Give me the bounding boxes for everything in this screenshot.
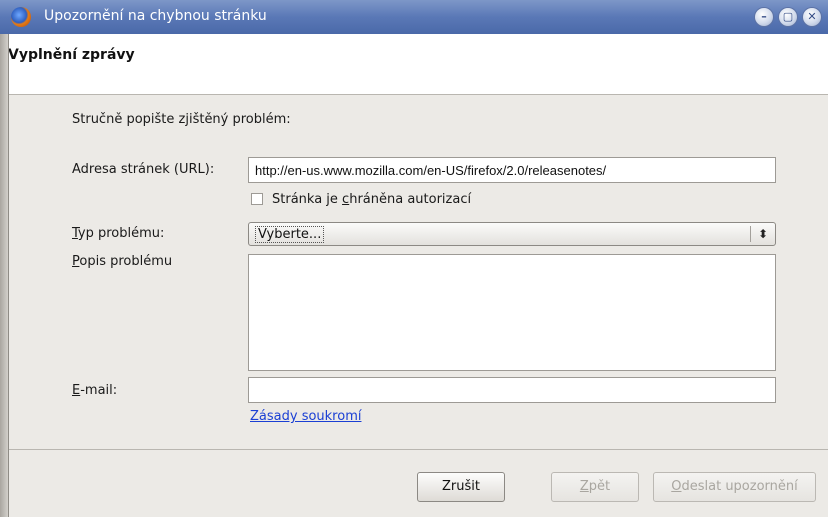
problem-type-select[interactable]: Vyberte... ⬍ <box>248 222 776 246</box>
description-field[interactable] <box>248 254 776 371</box>
window-left-border <box>0 34 9 517</box>
maximize-button[interactable]: ▢ <box>779 8 797 26</box>
firefox-icon <box>11 7 31 27</box>
auth-checkbox[interactable] <box>251 193 263 205</box>
url-field[interactable] <box>248 157 776 183</box>
updown-arrows-icon: ⬍ <box>757 227 768 241</box>
type-label: Typ problému: <box>72 226 165 241</box>
report-window: Upozornění na chybnou stránku – ▢ ✕ Vypl… <box>0 0 828 517</box>
title-bar[interactable]: Upozornění na chybnou stránku – ▢ ✕ <box>0 0 828 34</box>
problem-type-value: Vyberte... <box>255 226 325 243</box>
url-label: Adresa stránek (URL): <box>72 162 215 177</box>
description-label: Popis problému <box>72 254 173 269</box>
select-divider <box>750 226 751 242</box>
submit-report-button[interactable]: Odeslat upozornění <box>653 472 816 502</box>
cancel-button[interactable]: Zrušit <box>417 472 505 502</box>
minimize-button[interactable]: – <box>755 8 773 26</box>
email-field[interactable] <box>248 377 776 403</box>
email-label: E-mail: <box>72 383 118 398</box>
intro-text: Stručně popište zjištěný problém: <box>72 112 291 127</box>
back-button[interactable]: Zpět <box>551 472 639 502</box>
page-title: Vyplnění zprávy <box>8 47 135 63</box>
footer-divider <box>9 449 828 450</box>
privacy-policy-link[interactable]: Zásady soukromí <box>250 409 361 424</box>
window-title: Upozornění na chybnou stránku <box>44 8 267 24</box>
auth-checkbox-label[interactable]: Stránka je chráněna autorizací <box>272 192 471 207</box>
close-button[interactable]: ✕ <box>803 8 821 26</box>
page-header: Vyplnění zprávy <box>0 34 828 95</box>
